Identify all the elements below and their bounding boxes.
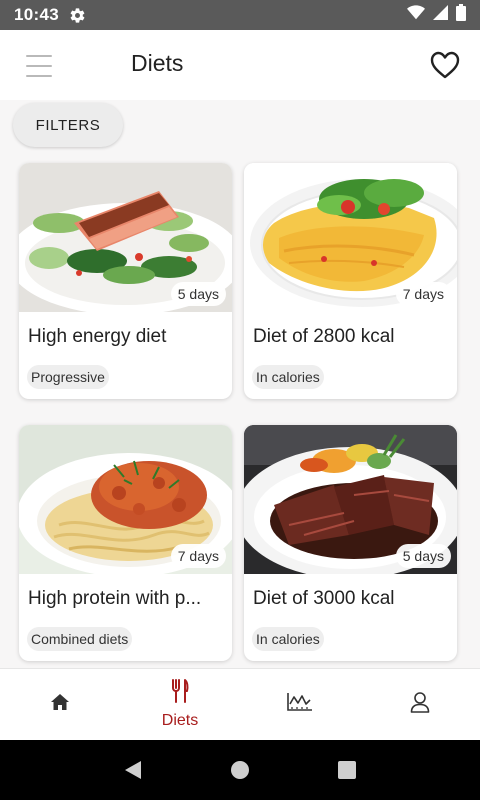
duration-badge: 5 days [395, 544, 451, 568]
diet-title: High protein with p... [28, 588, 202, 609]
spaghetti-bolognese-photo: 7 days [19, 425, 232, 574]
category-tag: Progressive [27, 365, 109, 389]
profile-icon [410, 691, 430, 718]
duration-badge: 5 days [170, 282, 226, 306]
nav-home[interactable] [0, 669, 120, 740]
diet-card[interactable]: 5 days Diet of 3000 kcal In calories [244, 425, 457, 661]
diet-title: Diet of 3000 kcal [253, 588, 395, 609]
app-bar: Diets [0, 30, 480, 100]
diet-card[interactable]: 5 days High energy diet Progressive [19, 163, 232, 399]
battery-icon [456, 4, 466, 26]
nav-profile[interactable] [360, 669, 480, 740]
bottom-navigation: Diets [0, 668, 480, 740]
status-time: 10:43 [14, 5, 59, 24]
omelette-salad-photo: 7 days [244, 163, 457, 312]
category-tag: Combined diets [27, 627, 133, 651]
system-navigation-bar [0, 740, 480, 800]
recents-square-icon[interactable] [327, 750, 367, 790]
diet-list: FILTERS 5 days High energy diet Progress… [0, 100, 480, 668]
back-icon[interactable] [113, 750, 153, 790]
home-circle-icon[interactable] [220, 750, 260, 790]
nav-diets-label: Diets [161, 712, 199, 729]
signal-icon [433, 5, 448, 25]
duration-badge: 7 days [395, 282, 451, 306]
fork-knife-icon [171, 679, 189, 708]
category-tag: In calories [252, 627, 324, 651]
chart-icon [287, 692, 313, 717]
steak-vegetables-photo: 5 days [244, 425, 457, 574]
home-icon [50, 693, 70, 716]
nav-progress[interactable] [240, 669, 360, 740]
menu-icon[interactable] [26, 55, 52, 77]
category-tag: In calories [252, 365, 324, 389]
salmon-zucchini-photo: 5 days [19, 163, 232, 312]
status-bar: 10:43 [0, 0, 480, 30]
filters-button[interactable]: FILTERS [13, 103, 123, 147]
diet-title: High energy diet [28, 326, 167, 347]
diet-card[interactable]: 7 days High protein with p... Combined d… [19, 425, 232, 661]
diet-title: Diet of 2800 kcal [253, 326, 395, 347]
settings-gear-icon [69, 7, 86, 24]
diet-card[interactable]: 7 days Diet of 2800 kcal In calories [244, 163, 457, 399]
nav-diets[interactable]: Diets [120, 669, 240, 740]
favorites-heart-icon[interactable] [430, 51, 460, 84]
page-title: Diets [131, 50, 184, 76]
duration-badge: 7 days [170, 544, 226, 568]
wifi-icon [407, 5, 425, 25]
